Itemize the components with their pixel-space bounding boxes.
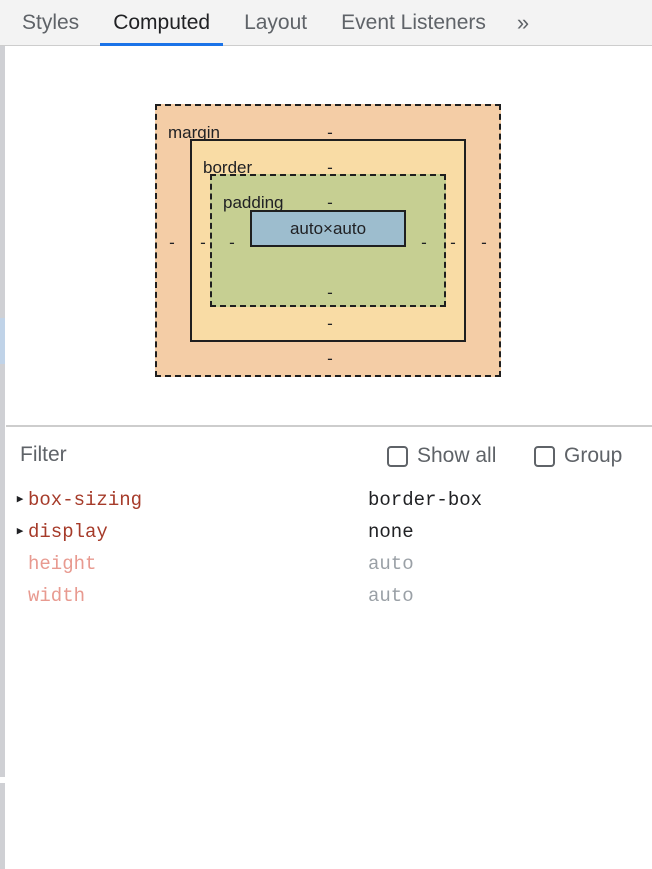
scrollbar-thumb[interactable]: [0, 318, 5, 364]
tab-event-listeners[interactable]: Event Listeners: [324, 0, 503, 46]
box-model-margin-bottom-value[interactable]: -: [157, 350, 503, 367]
property-name: box-sizing: [28, 489, 368, 511]
scrollbar-notch: [0, 777, 5, 783]
box-model-border-bottom-value[interactable]: -: [192, 315, 468, 332]
filter-input[interactable]: [20, 443, 360, 467]
show-all-label: Show all: [417, 444, 496, 468]
box-model-padding-left-value[interactable]: -: [212, 234, 252, 251]
property-row-width[interactable]: ▶ width auto: [6, 580, 652, 612]
devtools-computed-panel: Styles Computed Layout Event Listeners »…: [0, 0, 652, 869]
property-name: height: [28, 553, 368, 575]
more-tabs-icon[interactable]: »: [503, 0, 543, 46]
property-value[interactable]: auto: [368, 585, 414, 607]
devtools-tab-bar: Styles Computed Layout Event Listeners »: [0, 0, 652, 46]
tab-event-listeners-label: Event Listeners: [341, 11, 486, 35]
show-all-checkbox[interactable]: [387, 446, 408, 467]
tab-styles-label: Styles: [22, 11, 79, 35]
box-model-padding-top-value[interactable]: -: [212, 194, 448, 211]
box-model-diagram: margin - - - - border - - - - padding - …: [6, 46, 652, 425]
tab-computed-label: Computed: [113, 11, 210, 35]
group-checkbox[interactable]: [534, 446, 555, 467]
property-name: width: [28, 585, 368, 607]
box-model-margin-left-value[interactable]: -: [157, 234, 187, 251]
group-label: Group: [564, 444, 622, 468]
property-name: display: [28, 521, 368, 543]
show-all-checkbox-group[interactable]: Show all: [387, 444, 496, 468]
property-row-display[interactable]: ▶ display none: [6, 516, 652, 548]
property-value[interactable]: none: [368, 521, 414, 543]
computed-filter-bar: Show all Group: [6, 427, 652, 482]
property-value[interactable]: border-box: [368, 489, 482, 511]
property-row-box-sizing[interactable]: ▶ box-sizing border-box: [6, 484, 652, 516]
computed-properties-list: ▶ box-sizing border-box ▶ display none ▶…: [6, 484, 652, 869]
scrollbar-track[interactable]: [0, 46, 5, 869]
box-model-padding-bottom-value[interactable]: -: [212, 284, 448, 301]
expand-chevron-icon[interactable]: ▶: [12, 527, 28, 538]
box-model-margin-right-value[interactable]: -: [469, 234, 499, 251]
property-row-height[interactable]: ▶ height auto: [6, 548, 652, 580]
box-model-content-size-label: auto×auto: [290, 219, 366, 239]
group-checkbox-group[interactable]: Group: [534, 444, 622, 468]
expand-chevron-icon[interactable]: ▶: [12, 495, 28, 506]
tab-layout-label: Layout: [244, 11, 307, 35]
property-value[interactable]: auto: [368, 553, 414, 575]
tab-styles[interactable]: Styles: [0, 0, 96, 46]
box-model-padding-right-value[interactable]: -: [404, 234, 444, 251]
box-model-content-box[interactable]: auto×auto: [250, 210, 406, 247]
tab-layout[interactable]: Layout: [227, 0, 324, 46]
tab-computed[interactable]: Computed: [96, 0, 227, 46]
